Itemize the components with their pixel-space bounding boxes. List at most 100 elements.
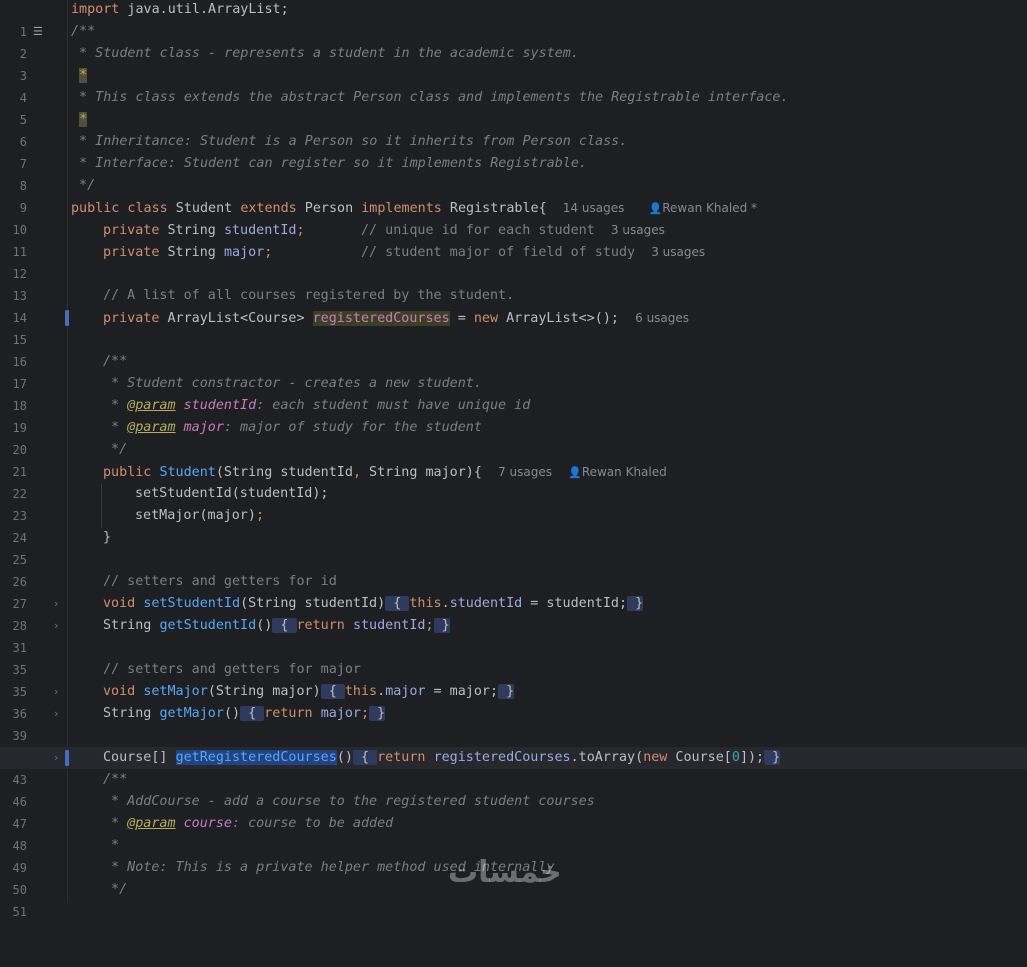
- code-line[interactable]: 9 */: [0, 175, 1027, 215]
- class-name: Student: [167, 201, 241, 216]
- keyword: private: [103, 245, 160, 260]
- usages-hint[interactable]: 3 usages: [611, 223, 665, 237]
- code-line[interactable]: 49 *: [0, 835, 1027, 875]
- code-line[interactable]: 46 /**: [0, 769, 1027, 809]
- code-line[interactable]: 35: [0, 637, 1027, 677]
- code-line[interactable]: 15 private ArrayList<Course> registeredC…: [0, 307, 1027, 347]
- folded-body-close[interactable]: }: [369, 706, 386, 721]
- folded-body-close[interactable]: }: [498, 684, 515, 699]
- code-line[interactable]: 12 private String major; // student majo…: [0, 241, 1027, 281]
- doc-comment: */: [71, 178, 96, 193]
- code-line[interactable]: 25 }: [0, 527, 1027, 567]
- usages-hint[interactable]: 7 usages: [498, 465, 552, 479]
- watermark-logo: خمسات: [448, 855, 562, 890]
- folded-body-close[interactable]: }: [433, 618, 450, 633]
- folded-body-open[interactable]: {: [240, 706, 265, 721]
- usages-hint[interactable]: 3 usages: [651, 245, 705, 259]
- code-editor[interactable]: 1 import java.util.ArrayList; 2 ☰ /** 3 …: [0, 0, 1027, 919]
- code-line[interactable]: 10 public class Student extends Person i…: [0, 197, 1027, 237]
- chevron-right-icon[interactable]: ›: [50, 681, 62, 703]
- field-name: major: [320, 706, 361, 721]
- person-icon: 👤: [648, 202, 663, 215]
- dot: .: [377, 684, 386, 699]
- chevron-right-icon[interactable]: ›: [50, 593, 62, 615]
- line-comment: // unique id for each student: [361, 223, 595, 238]
- folded-body-close[interactable]: }: [627, 596, 644, 611]
- usages-hint[interactable]: 6 usages: [635, 311, 689, 325]
- code-line[interactable]: 17 /**: [0, 351, 1027, 391]
- chevron-right-icon[interactable]: ›: [50, 615, 62, 637]
- doc-comment: *: [103, 398, 128, 413]
- doc-comment: *: [103, 816, 128, 831]
- code-line[interactable]: 48 * @param course: course to be added: [0, 813, 1027, 853]
- line-comment: // student major of field of study: [361, 245, 636, 260]
- usages-hint[interactable]: 14 usages: [563, 201, 625, 215]
- array-type: Course[: [667, 750, 732, 765]
- chevron-right-icon[interactable]: ›: [50, 703, 62, 725]
- keyword: new: [473, 311, 499, 326]
- code-line[interactable]: 31 › String getStudentId() { return stud…: [0, 615, 1027, 655]
- code-line[interactable]: 28 › void setStudentId(String studentId)…: [0, 593, 1027, 633]
- code-line[interactable]: 19 * @param studentId: each student must…: [0, 395, 1027, 435]
- code-line[interactable]: 14 // A list of all courses registered b…: [0, 285, 1027, 325]
- keyword: implements: [361, 201, 442, 216]
- type-name: String: [159, 223, 224, 238]
- code-line[interactable]: 18 * Student constractor - creates a new…: [0, 373, 1027, 413]
- code-line[interactable]: 22 public Student(String studentId, Stri…: [0, 461, 1027, 501]
- keyword: public class: [71, 201, 168, 216]
- params: (): [256, 618, 273, 633]
- code-line[interactable]: 13: [0, 263, 1027, 303]
- code-line[interactable]: 4 *: [0, 65, 1027, 105]
- author-hint[interactable]: Rewan Khaled: [582, 465, 667, 479]
- folded-body-close[interactable]: }: [764, 750, 781, 765]
- line-comment: // setters and getters for major: [103, 662, 361, 677]
- code-line[interactable]: 26: [0, 549, 1027, 589]
- code-line[interactable]: 7 * Inheritance: Student is a Person so …: [0, 131, 1027, 171]
- doc-comment: *: [103, 420, 128, 435]
- method-name-selected[interactable]: getRegisteredCourses: [175, 750, 337, 765]
- code-line[interactable]: 35 // setters and getters for major: [0, 659, 1027, 699]
- change-marker[interactable]: [65, 310, 69, 326]
- code-line[interactable]: 16: [0, 329, 1027, 369]
- doc-comment: * Inheritance: Student is a Person so it…: [71, 134, 628, 149]
- params: (String studentId): [240, 596, 386, 611]
- code-line[interactable]: 3 * Student class - represents a student…: [0, 43, 1027, 83]
- current-code-line[interactable]: 43 › Course[] getRegisteredCourses() { r…: [0, 747, 1027, 787]
- code-line[interactable]: 21 */: [0, 439, 1027, 479]
- code-line[interactable]: 42: [0, 725, 1027, 765]
- author-hint[interactable]: Rewan Khaled *: [662, 201, 757, 215]
- doc-comment: [71, 112, 79, 127]
- code-line[interactable]: 5 * This class extends the abstract Pers…: [0, 87, 1027, 127]
- folded-body-open[interactable]: {: [320, 684, 345, 699]
- chevron-right-icon[interactable]: ›: [50, 747, 62, 769]
- code-line[interactable]: 2 ☰ /**: [0, 21, 1027, 61]
- number-literal: 0: [731, 750, 740, 765]
- code-line[interactable]: 36 › void setMajor(String major) { this.…: [0, 681, 1027, 721]
- code-line[interactable]: 47 * AddCourse - add a course to the reg…: [0, 791, 1027, 831]
- doc-render-icon[interactable]: ☰: [33, 21, 47, 43]
- code-line[interactable]: 6 *: [0, 109, 1027, 149]
- code-line[interactable]: 24 setMajor(major);: [0, 505, 1027, 545]
- method-call: .toArray(: [570, 750, 644, 765]
- closing-brace: }: [103, 530, 112, 545]
- field-name: major: [385, 684, 426, 699]
- code-line[interactable]: 1 import java.util.ArrayList;: [0, 0, 1027, 39]
- javadoc-tag: @param: [127, 816, 176, 831]
- keyword: this: [344, 684, 378, 699]
- code-line[interactable]: 8 * Interface: Student can register so i…: [0, 153, 1027, 193]
- code-line[interactable]: 39 › String getMajor() { return major; }: [0, 703, 1027, 743]
- folded-body-open[interactable]: {: [272, 618, 297, 633]
- code-line[interactable]: 11 private String studentId; // unique i…: [0, 219, 1027, 259]
- code-line[interactable]: 23 setStudentId(studentId);: [0, 483, 1027, 523]
- change-marker[interactable]: [65, 750, 69, 766]
- params: String major){: [361, 465, 482, 480]
- folded-body-open[interactable]: {: [385, 596, 410, 611]
- semicolon: ;: [361, 706, 370, 721]
- closing: ]);: [739, 750, 765, 765]
- folded-body-open[interactable]: {: [352, 750, 378, 765]
- code-line[interactable]: 20 * @param major: major of study for th…: [0, 417, 1027, 457]
- code-line[interactable]: 27 // setters and getters for id: [0, 571, 1027, 611]
- params: (String major): [207, 684, 321, 699]
- javadoc-tag: @param: [127, 398, 176, 413]
